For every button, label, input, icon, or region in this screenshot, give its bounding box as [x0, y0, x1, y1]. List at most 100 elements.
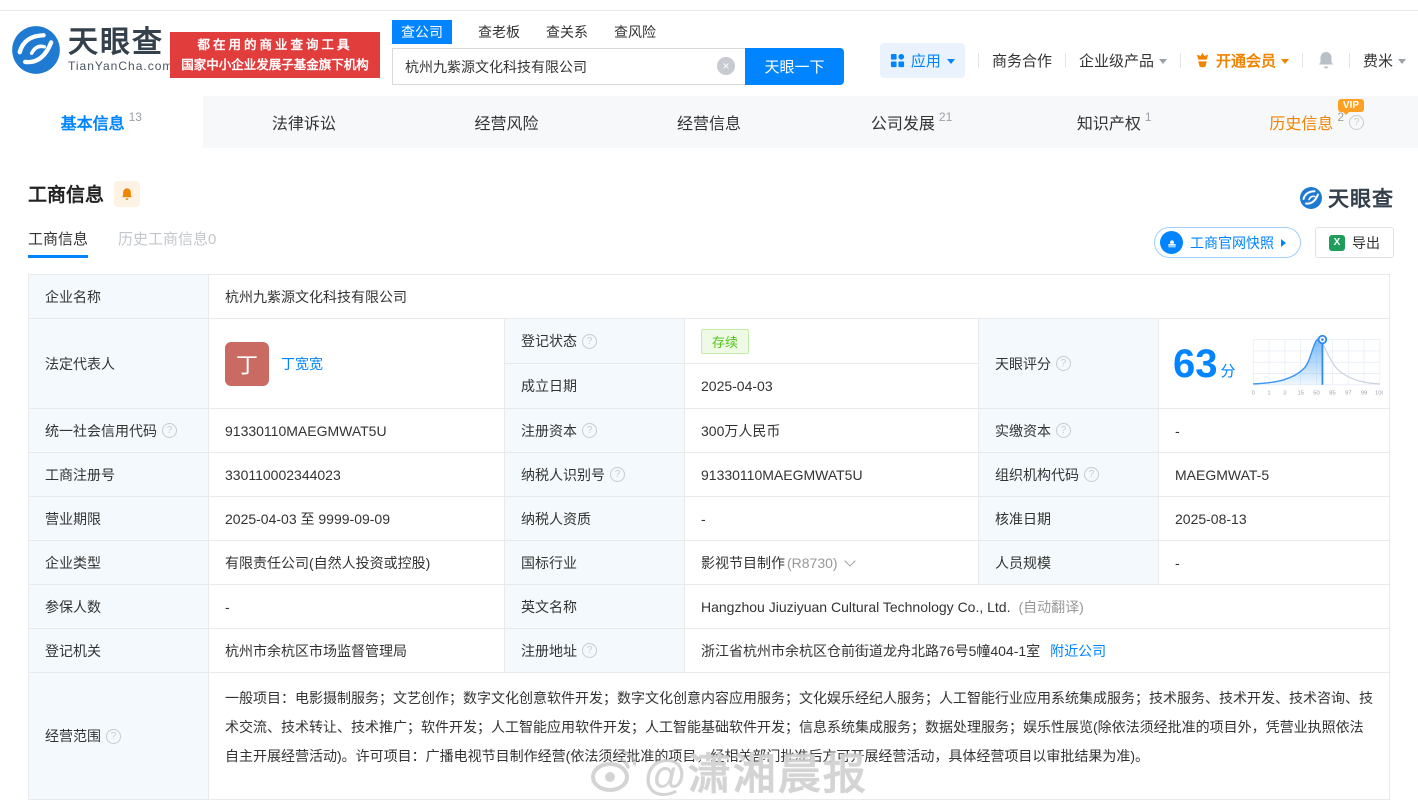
svg-text:50: 50: [1313, 390, 1320, 396]
logo-title: 天眼查: [68, 27, 173, 59]
reg-number-label: 工商注册号: [29, 453, 209, 497]
clear-search-icon[interactable]: ×: [717, 57, 735, 75]
chevron-down-icon: [947, 59, 955, 64]
monitor-bell-button[interactable]: [114, 181, 140, 207]
help-icon[interactable]: ?: [610, 467, 625, 482]
taxpayer-quality-label: 纳税人资质: [505, 497, 685, 541]
staff-size-value: -: [1159, 541, 1389, 585]
divider: [1302, 53, 1303, 68]
app-grid-icon: [890, 53, 905, 68]
score-number: 63: [1173, 344, 1218, 384]
credit-code-label: 统一社会信用代码 ?: [29, 409, 209, 453]
company-name-value: 杭州九紫源文化科技有限公司: [209, 275, 1389, 319]
svg-text:100: 100: [1374, 390, 1383, 396]
help-icon[interactable]: ?: [582, 643, 597, 658]
vip-crown-icon: [1194, 52, 1211, 69]
search-tabs: 查公司 查老板 查关系 查风险: [392, 20, 844, 44]
taxpayer-id-value: 91330110MAEGMWAT5U: [685, 453, 979, 497]
business-term-value: 2025-04-03 至 9999-09-09: [209, 497, 505, 541]
official-snapshot-button[interactable]: 工商官网快照: [1154, 227, 1301, 258]
tab-operation-info[interactable]: 经营信息: [608, 96, 811, 148]
export-label: 导出: [1352, 233, 1380, 253]
tab-history-info[interactable]: VIP 历史信息 2 ?: [1215, 96, 1418, 148]
apps-menu[interactable]: 应用: [880, 43, 965, 78]
search-box: × 天眼一下: [392, 48, 844, 85]
username-label: 费米: [1363, 50, 1393, 71]
industry-value[interactable]: 影视节目制作 (R8730): [685, 541, 979, 585]
help-icon[interactable]: ?: [1084, 467, 1099, 482]
cooperation-menu[interactable]: 商务合作: [992, 50, 1052, 71]
divider: [1065, 53, 1066, 68]
tab-legal-litigation[interactable]: 法律诉讼: [203, 96, 406, 148]
establish-date-value: 2025-04-03: [685, 364, 979, 409]
section-logo-text: 天眼查: [1328, 183, 1394, 213]
reg-capital-label: 注册资本 ?: [505, 409, 685, 453]
staff-size-label: 人员规模: [979, 541, 1159, 585]
approval-date-label: 核准日期: [979, 497, 1159, 541]
user-menu[interactable]: 费米: [1363, 50, 1406, 71]
svg-text:0: 0: [1251, 390, 1255, 396]
help-icon[interactable]: ?: [582, 334, 597, 349]
nearby-companies-link[interactable]: 附近公司: [1050, 641, 1106, 661]
help-icon[interactable]: ?: [1056, 423, 1071, 438]
legal-rep-link[interactable]: 丁宽宽: [281, 354, 323, 374]
chevron-down-icon: [1281, 59, 1289, 64]
legal-rep-value: 丁 丁宽宽: [209, 319, 505, 409]
tab-operation-risk[interactable]: 经营风险: [405, 96, 608, 148]
subtab-history-business-info[interactable]: 历史工商信息0: [118, 228, 216, 258]
search-tab-relation[interactable]: 查关系: [546, 22, 588, 42]
search-button[interactable]: 天眼一下: [745, 48, 844, 85]
auto-translate-note: (自动翻译): [1018, 597, 1083, 617]
reg-authority-label: 登记机关: [29, 629, 209, 673]
chevron-down-icon[interactable]: [844, 555, 855, 566]
tianyancha-swirl-icon: [10, 24, 62, 76]
english-name-value: Hangzhou Jiuziyuan Cultural Technology C…: [685, 585, 1389, 629]
company-name-label: 企业名称: [29, 275, 209, 319]
status-badge: 存续: [701, 329, 749, 354]
search-tab-company[interactable]: 查公司: [392, 20, 452, 44]
reg-capital-value: 300万人民币: [685, 409, 979, 453]
subtab-business-info[interactable]: 工商信息: [28, 228, 88, 258]
tab-intellectual-property[interactable]: 知识产权 1: [1013, 96, 1216, 148]
tab-label: 法律诉讼: [272, 110, 336, 134]
export-button[interactable]: X 导出: [1315, 227, 1394, 258]
help-icon[interactable]: ?: [1056, 356, 1071, 371]
establish-date-label: 成立日期: [505, 364, 685, 409]
business-term-label: 营业期限: [29, 497, 209, 541]
svg-text:3: 3: [1283, 390, 1286, 396]
site-logo[interactable]: 天眼查 TianYanCha.com: [10, 24, 173, 76]
enterprise-product-menu[interactable]: 企业级产品: [1079, 50, 1167, 71]
industry-label: 国标行业: [505, 541, 685, 585]
notification-bell-icon[interactable]: [1316, 50, 1336, 70]
tab-company-development[interactable]: 公司发展 21: [810, 96, 1013, 148]
org-code-value: MAEGMWAT-5: [1159, 453, 1389, 497]
search-area: 查公司 查老板 查关系 查风险 × 天眼一下: [392, 20, 844, 85]
page: 天眼查 TianYanCha.com 都在用的商业查询工具 国家中小企业发展子基…: [0, 0, 1418, 809]
tab-basic-info[interactable]: 基本信息 13: [0, 96, 203, 148]
open-vip-menu[interactable]: 开通会员: [1194, 50, 1289, 71]
help-icon[interactable]: ?: [1349, 115, 1364, 130]
divider: [1180, 53, 1181, 68]
section-watermark-logo: 天眼查: [1299, 183, 1394, 213]
paid-capital-label: 实缴资本 ?: [979, 409, 1159, 453]
stamp-icon: [1160, 231, 1183, 254]
svg-text:97: 97: [1344, 390, 1351, 396]
score-label: 天眼评分 ?: [979, 319, 1159, 409]
slogan-banner: 都在用的商业查询工具 国家中小企业发展子基金旗下机构: [170, 32, 380, 78]
tab-label: 公司发展: [871, 110, 935, 134]
industry-code: (R8730): [787, 555, 838, 571]
company-nav-tabs: 基本信息 13 法律诉讼 经营风险 经营信息 公司发展 21 知识产权 1 VI…: [0, 96, 1418, 148]
search-input[interactable]: [392, 48, 745, 85]
help-icon[interactable]: ?: [106, 729, 121, 744]
org-code-label: 组织机构代码 ?: [979, 453, 1159, 497]
legal-rep-avatar[interactable]: 丁: [225, 342, 269, 386]
company-type-label: 企业类型: [29, 541, 209, 585]
help-icon[interactable]: ?: [582, 423, 597, 438]
help-icon[interactable]: ?: [162, 423, 177, 438]
search-tab-risk[interactable]: 查风险: [614, 22, 656, 42]
search-tab-boss[interactable]: 查老板: [478, 22, 520, 42]
cooperation-label: 商务合作: [992, 50, 1052, 71]
subtabs: 工商信息 历史工商信息0: [28, 228, 216, 258]
svg-text:99: 99: [1360, 390, 1367, 396]
taxpayer-id-label: 纳税人识别号 ?: [505, 453, 685, 497]
